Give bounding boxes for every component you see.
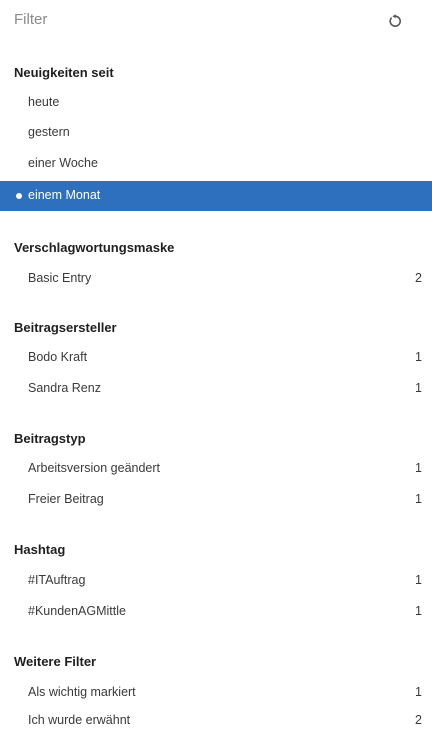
filter-item-label: heute [28,95,60,109]
filter-item-label: Freier Beitrag [28,492,104,506]
filter-item-label: #ITAuftrag [28,573,86,587]
reset-filter-button[interactable] [384,10,406,32]
filter-item-einer-woche[interactable]: einer Woche [0,149,432,179]
filter-item-itauftrag[interactable]: #ITAuftrag 1 [0,566,432,596]
filter-item-count: 1 [415,492,422,506]
filter-item-label: Bodo Kraft [28,350,88,364]
filter-item-count: 1 [415,461,422,475]
section-title: Beitragsersteller [14,320,117,335]
section-title: Verschlagwortungsmaske [14,240,175,255]
filter-item-count: 1 [415,604,422,618]
filter-item-count: 1 [415,685,422,699]
section-title: Weitere Filter [14,654,97,669]
selected-bullet-icon [16,193,22,199]
filter-item-gestern[interactable]: gestern [0,118,432,148]
filter-item-als-wichtig-markiert[interactable]: Als wichtig markiert 1 [0,678,432,708]
filter-header: Filter [0,0,432,40]
filter-item-sandra-renz[interactable]: Sandra Renz 1 [0,374,432,404]
filter-item-label: Basic Entry [28,271,92,285]
filter-item-count: 1 [415,350,422,364]
filter-item-kundenagmittle[interactable]: #KundenAGMittle 1 [0,597,432,627]
filter-item-arbeitsversion-geaendert[interactable]: Arbeitsversion geändert 1 [0,454,432,484]
section-title: Neuigkeiten seit [14,65,114,80]
filter-item-label: Ich wurde erwähnt [28,713,131,727]
filter-item-ich-wurde-erwaehnt[interactable]: Ich wurde erwähnt 2 [0,706,432,736]
filter-item-einem-monat[interactable]: einem Monat [0,181,432,211]
filter-item-freier-beitrag[interactable]: Freier Beitrag 1 [0,485,432,515]
filter-item-label: Sandra Renz [28,381,101,395]
section-title: Hashtag [14,542,66,557]
filter-item-count: 1 [415,381,422,395]
section-title: Beitragstyp [14,431,86,446]
reset-icon [389,14,401,27]
filter-item-label: #KundenAGMittle [28,604,126,618]
filter-item-count: 1 [415,573,422,587]
filter-item-label: gestern [28,125,70,139]
filter-item-count: 2 [415,713,422,727]
filter-title: Filter [14,11,48,28]
filter-item-label: einem Monat [28,188,101,202]
filter-item-label: einer Woche [28,156,98,170]
filter-item-label: Arbeitsversion geändert [28,461,161,475]
filter-item-basic-entry[interactable]: Basic Entry 2 [0,264,432,294]
filter-item-label: Als wichtig markiert [28,685,136,699]
filter-item-heute[interactable]: heute [0,88,432,118]
filter-item-bodo-kraft[interactable]: Bodo Kraft 1 [0,343,432,373]
filter-item-count: 2 [415,271,422,285]
